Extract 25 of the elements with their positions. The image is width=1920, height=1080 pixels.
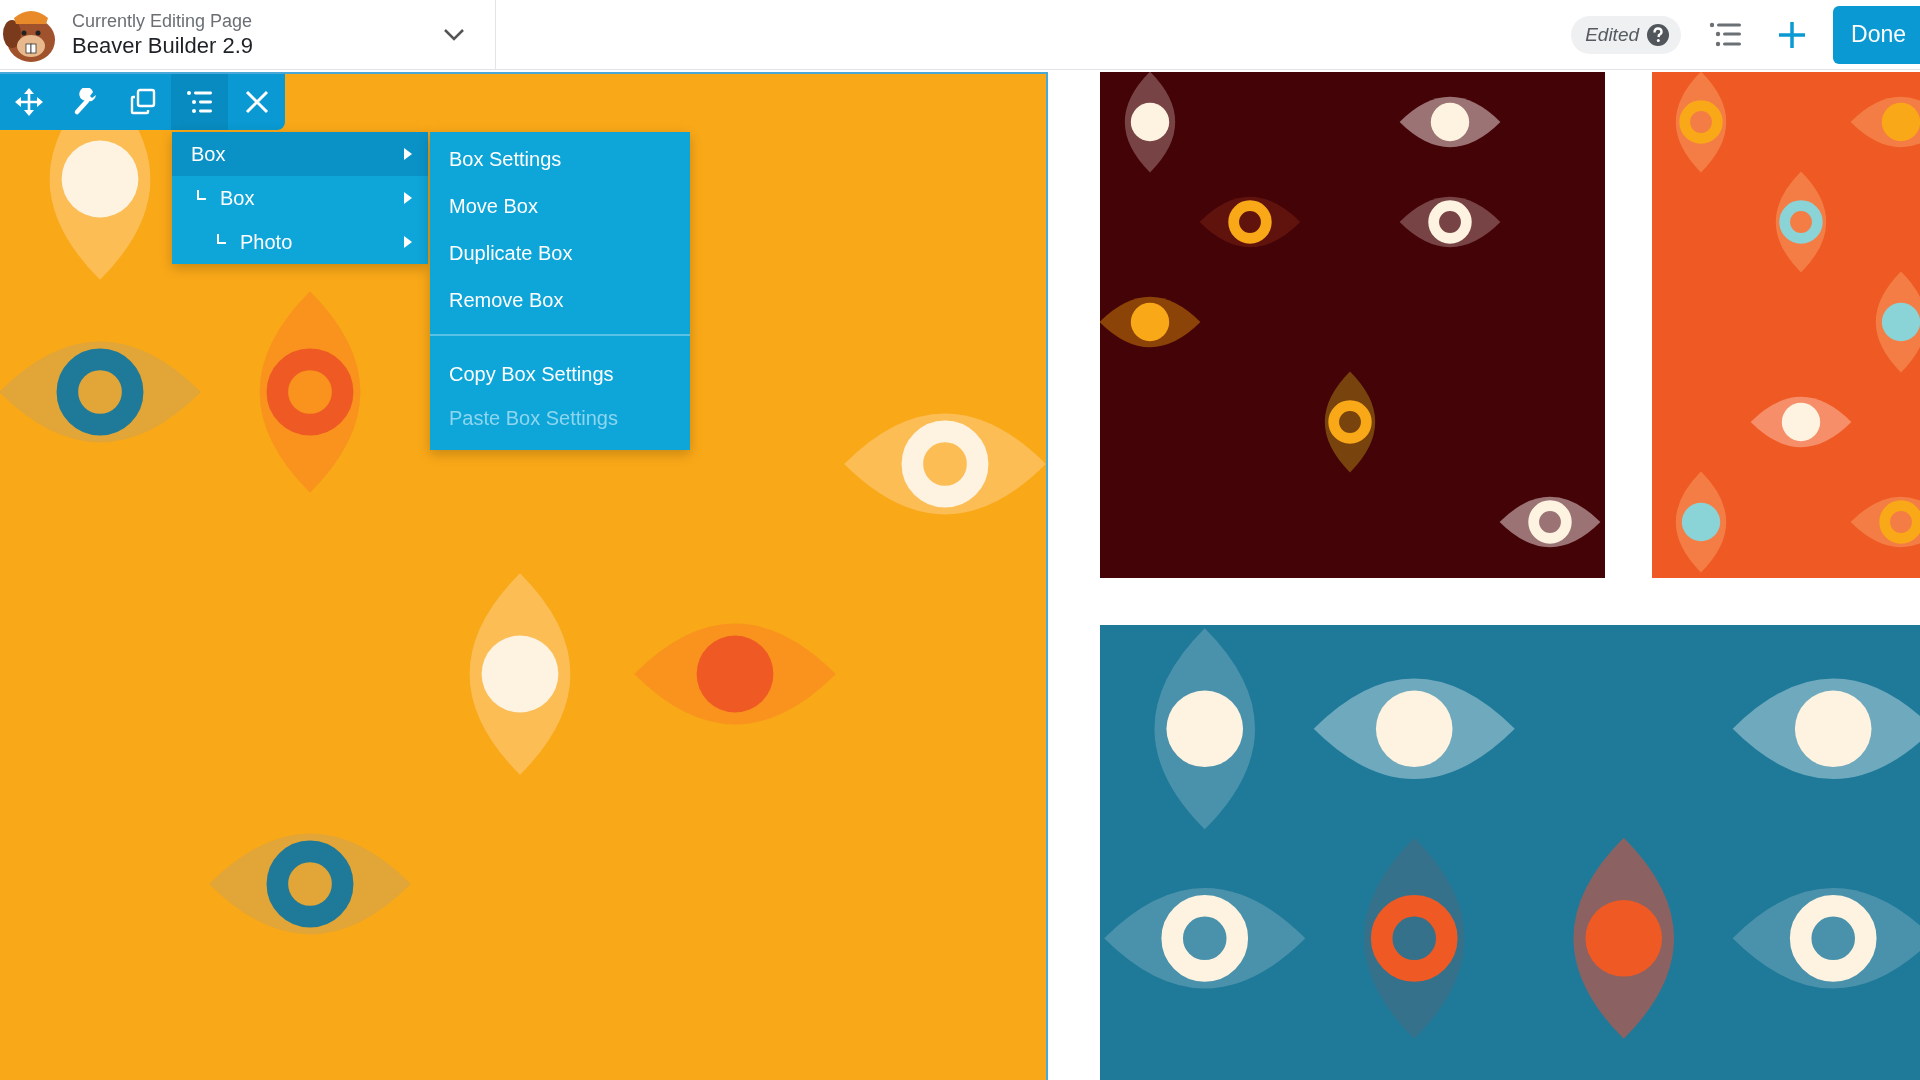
menu-item[interactable]: Box <box>172 176 428 220</box>
outline-icon <box>185 88 214 116</box>
outline-button[interactable] <box>171 74 228 130</box>
branch-icon <box>217 234 226 244</box>
page-title: Beaver Builder 2.9 <box>72 31 254 60</box>
menu-item[interactable]: Box <box>172 132 428 176</box>
menu-item[interactable]: Photo <box>172 220 428 264</box>
edited-status[interactable]: Edited <box>1571 15 1681 54</box>
chevron-down-icon[interactable] <box>443 27 465 42</box>
submenu-arrow-icon <box>404 192 412 204</box>
add-icon[interactable] <box>1777 19 1807 50</box>
duplicate-icon <box>128 88 157 116</box>
menu-action[interactable]: Move Box <box>430 183 690 230</box>
page-label: Currently Editing Page <box>72 9 254 32</box>
submenu-arrow-icon <box>404 148 412 160</box>
menu-action[interactable]: Duplicate Box <box>430 230 690 277</box>
submenu-arrow-icon <box>404 236 412 248</box>
menu-action[interactable]: Copy Box Settings <box>430 352 690 396</box>
branch-icon <box>197 190 206 200</box>
move-icon <box>14 88 43 116</box>
menu-action[interactable]: Remove Box <box>430 277 690 324</box>
done-button[interactable]: Done <box>1833 5 1920 64</box>
outline-icon[interactable] <box>1709 20 1743 49</box>
menu-action[interactable]: Box Settings <box>430 136 690 183</box>
help-icon[interactable] <box>1647 23 1669 46</box>
